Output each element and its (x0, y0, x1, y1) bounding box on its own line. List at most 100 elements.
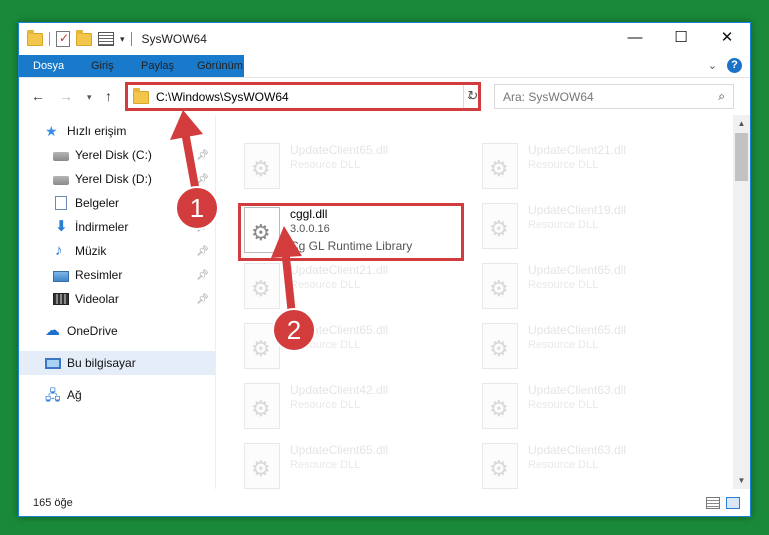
file-name: UpdateClient65.dll (528, 263, 627, 277)
recent-locations-chevron-icon[interactable]: ▾ (87, 92, 92, 103)
file-item[interactable]: ⚙ UpdateClient63.dll Resource DLL (478, 441, 703, 489)
title-bar: ▾ SysWOW64 — ☐ ✕ (19, 23, 750, 55)
refresh-icon[interactable]: ↻ (463, 84, 482, 109)
file-item[interactable]: ⚙ UpdateClient65.dll Resource DLL (478, 321, 703, 373)
file-type: Resource DLL (528, 219, 599, 231)
ribbon-collapse-icon[interactable]: ⌄ (708, 59, 717, 72)
nav-item-label: İndirmeler (75, 220, 129, 234)
file-item[interactable]: ⚙ UpdateClient21.dll Resource DLL (478, 141, 703, 193)
nav-item-network[interactable]: 🖧 Ağ (19, 383, 215, 407)
pin-icon[interactable]: 📌︎ (196, 198, 209, 209)
properties-icon[interactable] (98, 32, 114, 46)
file-item[interactable]: ⚙ UpdateClient21.dll Resource DLL (240, 261, 465, 313)
pin-icon[interactable]: 📌︎ (196, 270, 209, 281)
file-item[interactable]: ⚙ UpdateClient63.dll Resource DLL (478, 381, 703, 433)
tab-view[interactable]: Görünüm (187, 55, 253, 77)
file-item[interactable]: ⚙ UpdateClient65.dll Resource DLL (478, 261, 703, 313)
file-item-cggl[interactable]: ⚙ cggl.dll 3.0.0.16 Cg GL Runtime Librar… (240, 205, 465, 257)
minimize-button[interactable]: — (612, 23, 658, 53)
dll-file-icon: ⚙ (244, 263, 280, 309)
nav-item-music[interactable]: ♪ Müzik 📌︎ (19, 239, 215, 263)
dll-file-icon: ⚙ (244, 323, 280, 369)
folder-icon[interactable] (27, 29, 43, 46)
pin-icon[interactable]: 📌︎ (196, 150, 209, 161)
maximize-button[interactable]: ☐ (658, 23, 704, 53)
file-name: UpdateClient21.dll (290, 263, 389, 277)
search-placeholder: Ara: SysWOW64 (503, 90, 594, 104)
new-folder-icon[interactable] (76, 29, 92, 46)
dll-file-icon: ⚙ (244, 383, 280, 429)
nav-item-label: Yerel Disk (C:) (75, 148, 152, 162)
file-type: Resource DLL (528, 399, 599, 411)
nav-item-quick-access[interactable]: ★ Hızlı erişim (19, 119, 215, 143)
scroll-down-icon[interactable]: ▼ (733, 472, 750, 489)
onedrive-icon: ☁ (45, 322, 60, 339)
dll-file-icon: ⚙ (482, 143, 518, 189)
back-arrow-icon[interactable]: ← (31, 88, 45, 104)
file-item[interactable]: ⚙ UpdateClient65.dll Resource DLL (240, 441, 465, 489)
file-name: UpdateClient65.dll (528, 323, 627, 337)
tab-share[interactable]: Paylaş (131, 55, 184, 77)
file-name: UpdateClient21.dll (528, 143, 627, 157)
gear-icon: ⚙ (489, 336, 509, 361)
forward-arrow-icon[interactable]: → (59, 88, 73, 104)
pin-icon[interactable]: 📌︎ (196, 294, 209, 305)
search-icon[interactable]: ⌕ (718, 89, 725, 104)
address-path[interactable]: C:\Windows\SysWOW64 (156, 90, 289, 104)
pin-icon[interactable]: 📌︎ (196, 246, 209, 257)
search-input[interactable]: Ara: SysWOW64 ⌕ (494, 84, 734, 109)
tiles-view-icon[interactable] (726, 497, 740, 509)
file-type: Resource DLL (528, 339, 599, 351)
customize-toolbar-arrow-icon[interactable]: ▾ (120, 34, 125, 45)
help-icon[interactable]: ? (727, 58, 742, 73)
videos-icon (53, 293, 69, 305)
ribbon-tabs: Dosya Giriş Paylaş Görünüm ⌄ ? (19, 55, 750, 107)
drive-icon (53, 176, 69, 185)
close-button[interactable]: ✕ (704, 23, 750, 53)
status-bar: 165 öğe (19, 489, 750, 516)
window-controls: — ☐ ✕ (612, 23, 750, 53)
file-item[interactable]: ⚙ UpdateClient65.dll Resource DLL (240, 141, 465, 193)
dll-file-icon: ⚙ (244, 143, 280, 189)
nav-item-videos[interactable]: Videolar 📌︎ (19, 287, 215, 311)
gear-icon: ⚙ (251, 220, 271, 245)
dll-file-icon: ⚙ (482, 263, 518, 309)
scroll-up-icon[interactable]: ▲ (733, 115, 750, 132)
gear-icon: ⚙ (489, 396, 509, 421)
nav-item-downloads[interactable]: ⬇ İndirmeler 📌︎ (19, 215, 215, 239)
explorer-window: ▾ SysWOW64 — ☐ ✕ Dosya Giriş Paylaş Görü… (18, 22, 751, 517)
toolbar-separator (49, 32, 50, 46)
gear-icon: ⚙ (489, 276, 509, 301)
star-icon: ★ (45, 123, 58, 139)
file-item[interactable]: ⚙ UpdateClient19.dll Resource DLL (478, 201, 703, 253)
up-arrow-icon[interactable]: ↑ (105, 88, 112, 104)
file-description: Cg GL Runtime Library (290, 239, 413, 253)
file-item[interactable]: ⚙ UpdateClient65.dll Resource DLL (240, 321, 465, 373)
nav-item-local-disk-c[interactable]: Yerel Disk (C:) 📌︎ (19, 143, 215, 167)
nav-item-pictures[interactable]: Resimler 📌︎ (19, 263, 215, 287)
nav-item-this-pc[interactable]: Bu bilgisayar (19, 351, 215, 375)
nav-item-onedrive[interactable]: ☁ OneDrive (19, 319, 215, 343)
music-icon: ♪ (55, 242, 63, 259)
details-view-icon[interactable] (706, 497, 720, 509)
tab-home[interactable]: Giriş (81, 55, 124, 77)
item-count: 165 öğe (33, 497, 73, 509)
file-name: UpdateClient65.dll (290, 323, 389, 337)
file-name: UpdateClient63.dll (528, 383, 627, 397)
gear-icon: ⚙ (251, 276, 271, 301)
nav-item-label: Videolar (75, 292, 119, 306)
nav-item-local-disk-d[interactable]: Yerel Disk (D:) 📌︎ (19, 167, 215, 191)
nav-item-documents[interactable]: Belgeler 📌︎ (19, 191, 215, 215)
window-title: SysWOW64 (141, 32, 207, 46)
dll-file-icon: ⚙ (482, 443, 518, 489)
scroll-thumb[interactable] (735, 133, 748, 181)
vertical-scrollbar[interactable]: ▲ ▼ (733, 115, 750, 489)
file-name: UpdateClient42.dll (290, 383, 389, 397)
properties-check-icon[interactable] (56, 31, 70, 47)
pin-icon[interactable]: 📌︎ (196, 174, 209, 185)
nav-item-label: Hızlı erişim (67, 124, 127, 138)
pin-icon[interactable]: 📌︎ (196, 222, 209, 233)
file-item[interactable]: ⚙ UpdateClient42.dll Resource DLL (240, 381, 465, 433)
file-version: 3.0.0.16 (290, 223, 330, 235)
address-bar[interactable]: C:\Windows\SysWOW64 ⌄ (127, 84, 481, 109)
